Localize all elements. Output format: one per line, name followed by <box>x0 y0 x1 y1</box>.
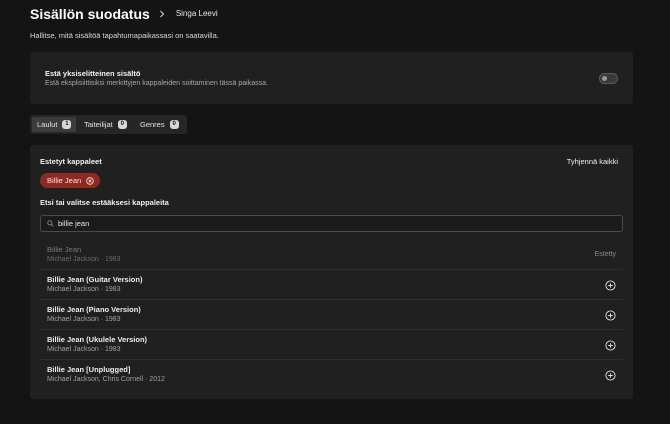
tab-label: Laulut <box>37 119 58 129</box>
search-box <box>40 215 623 232</box>
explicit-subtitle: Estä eksplisiittisiksi merkittyjen kappa… <box>45 80 268 87</box>
song-title: Billie Jean <box>47 245 82 254</box>
chevron-right-icon <box>158 10 166 18</box>
results-list: Billie Jean Michael Jackson · 1983 Estet… <box>40 240 623 390</box>
search-input[interactable] <box>58 217 598 230</box>
tab-genres[interactable]: Genres 0 <box>135 117 185 132</box>
song-meta: Michael Jackson · 1983 <box>47 286 121 293</box>
search-label: Etsi tai valitse estääksesi kappaleita <box>40 198 169 207</box>
search-icon <box>47 220 54 227</box>
list-item: Billie Jean (Ukulele Version) Michael Ja… <box>40 330 623 360</box>
song-meta: Michael Jackson, Chris Cornell · 2012 <box>47 376 165 383</box>
blocked-songs-card: Estetyt kappaleet Tyhjennä kaikki Billie… <box>30 145 633 399</box>
tab-songs[interactable]: Laulut 1 <box>32 117 76 132</box>
list-item: Billie Jean (Piano Version) Michael Jack… <box>40 300 623 330</box>
page-title: Sisällön suodatus <box>30 6 150 22</box>
plus-circle-icon[interactable] <box>605 310 616 321</box>
song-title: Billie Jean (Guitar Version) <box>47 275 143 284</box>
song-meta: Michael Jackson · 1983 <box>47 346 121 353</box>
breadcrumb-current[interactable]: Singa Leevi <box>176 7 218 21</box>
filter-tabs: Laulut 1 Taiteilijat 0 Genres 0 <box>30 115 187 134</box>
list-item: Billie Jean Michael Jackson · 1983 Estet… <box>40 240 623 270</box>
tab-count-badge: 0 <box>169 120 179 129</box>
plus-circle-icon[interactable] <box>605 370 616 381</box>
plus-circle-icon[interactable] <box>605 280 616 291</box>
blocked-songs-title: Estetyt kappaleet <box>40 157 102 166</box>
tab-label: Taiteilijat <box>84 119 113 129</box>
song-title: Billie Jean [Unplugged] <box>47 365 131 374</box>
list-item: Billie Jean (Guitar Version) Michael Jac… <box>40 270 623 300</box>
blocked-chip[interactable]: Billie Jean <box>40 173 101 188</box>
explicit-title: Estä yksiselitteinen sisältö <box>45 69 141 78</box>
content-filter-page: Sisällön suodatus Singa Leevi Hallitse, … <box>0 0 670 424</box>
explicit-content-card: Estä yksiselitteinen sisältö Estä ekspli… <box>30 52 633 104</box>
blocked-status: Estetty <box>594 251 616 258</box>
tab-artists[interactable]: Taiteilijat 0 <box>79 117 132 132</box>
explicit-toggle[interactable] <box>599 73 618 84</box>
page-description: Hallitse, mitä sisältöä tapahtumapaikass… <box>30 31 219 40</box>
chip-label: Billie Jean <box>47 175 82 185</box>
breadcrumb: Sisällön suodatus Singa Leevi <box>30 7 218 21</box>
tab-count-badge: 0 <box>117 120 127 129</box>
clear-all-button[interactable]: Tyhjennä kaikki <box>567 157 618 167</box>
song-title: Billie Jean (Ukulele Version) <box>47 335 148 344</box>
song-title: Billie Jean (Piano Version) <box>47 305 141 314</box>
toggle-knob <box>602 76 607 81</box>
close-circle-icon[interactable] <box>86 176 94 185</box>
song-meta: Michael Jackson · 1983 <box>47 256 121 263</box>
song-meta: Michael Jackson · 1983 <box>47 316 121 323</box>
tab-count-badge: 1 <box>62 120 72 129</box>
plus-circle-icon[interactable] <box>605 340 616 351</box>
list-item: Billie Jean [Unplugged] Michael Jackson,… <box>40 360 623 390</box>
tab-label: Genres <box>140 119 165 129</box>
